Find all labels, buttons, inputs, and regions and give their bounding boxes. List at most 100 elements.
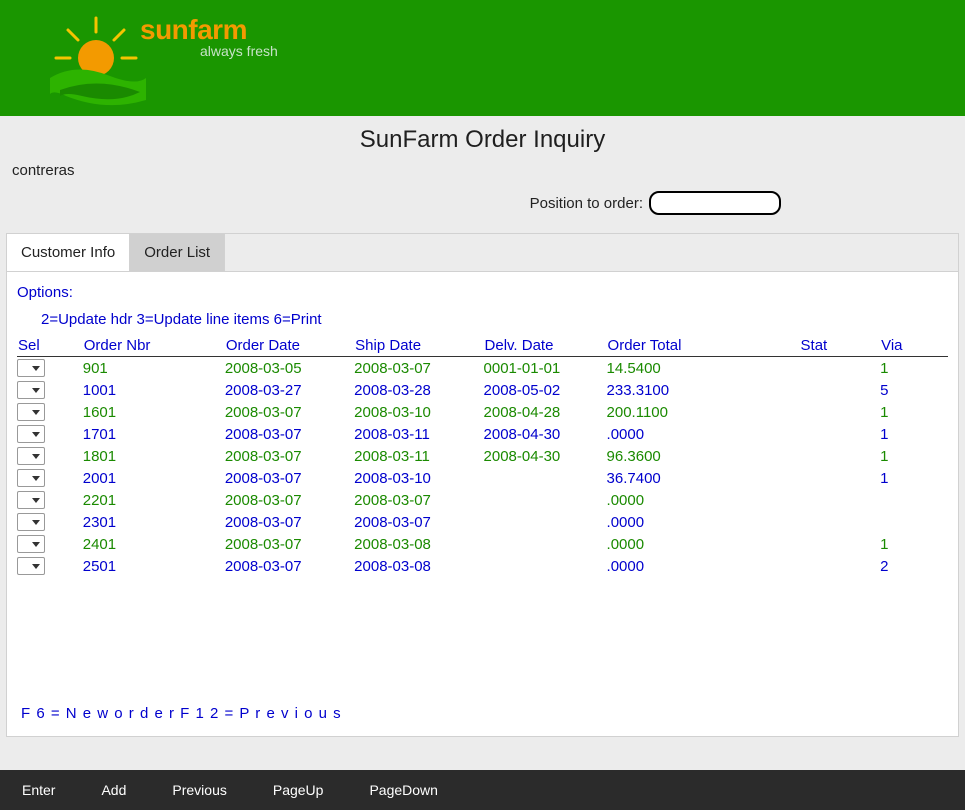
cell-ship-date: 2008-03-28	[354, 379, 483, 401]
cell-order-total: .0000	[607, 511, 800, 533]
sel-dropdown[interactable]	[17, 469, 45, 487]
table-row: 25012008-03-072008-03-08.00002	[17, 555, 948, 577]
table-row: 10012008-03-272008-03-282008-05-02233.31…	[17, 379, 948, 401]
cell-sel	[17, 467, 83, 489]
cell-ship-date: 2008-03-10	[354, 467, 483, 489]
add-button[interactable]: Add	[97, 776, 130, 804]
cell-ship-date: 2008-03-07	[354, 511, 483, 533]
sel-dropdown[interactable]	[17, 403, 45, 421]
cell-order-date: 2008-03-07	[225, 445, 354, 467]
cell-sel	[17, 489, 83, 511]
cell-stat	[800, 489, 881, 511]
cell-delv-date: 2008-04-30	[484, 423, 607, 445]
cell-delv-date	[484, 511, 607, 533]
cell-ship-date: 2008-03-11	[354, 423, 483, 445]
cell-order-nbr: 1801	[83, 445, 225, 467]
cell-order-nbr: 1601	[83, 401, 225, 423]
cell-order-date: 2008-03-07	[225, 555, 354, 577]
cell-order-date: 2008-03-07	[225, 489, 354, 511]
logo	[0, 0, 140, 116]
cell-order-total: 200.1100	[607, 401, 800, 423]
cell-stat	[800, 533, 881, 555]
col-order-date: Order Date	[225, 336, 354, 357]
cell-order-nbr: 901	[83, 357, 225, 380]
cell-order-nbr: 2301	[83, 511, 225, 533]
cell-order-date: 2008-03-27	[225, 379, 354, 401]
cell-order-total: 14.5400	[607, 357, 800, 380]
options-hint: 2=Update hdr 3=Update line items 6=Print	[17, 301, 948, 336]
cell-order-nbr: 1001	[83, 379, 225, 401]
pagedown-button[interactable]: PageDown	[365, 776, 442, 804]
cell-order-date: 2008-03-07	[225, 533, 354, 555]
cell-via	[880, 511, 948, 533]
cell-stat	[800, 445, 881, 467]
cell-order-nbr: 2401	[83, 533, 225, 555]
cell-delv-date	[484, 555, 607, 577]
cell-order-date: 2008-03-07	[225, 401, 354, 423]
table-row: 16012008-03-072008-03-102008-04-28200.11…	[17, 401, 948, 423]
cell-via: 1	[880, 445, 948, 467]
order-list-panel: Options: 2=Update hdr 3=Update line item…	[6, 271, 959, 737]
col-stat: Stat	[800, 336, 881, 357]
col-delv-date: Delv. Date	[484, 336, 607, 357]
cell-delv-date: 2008-04-30	[484, 445, 607, 467]
cell-sel	[17, 445, 83, 467]
cell-order-date: 2008-03-07	[225, 467, 354, 489]
cell-delv-date: 0001-01-01	[484, 357, 607, 380]
cell-delv-date: 2008-05-02	[484, 379, 607, 401]
cell-sel	[17, 511, 83, 533]
table-row: 18012008-03-072008-03-112008-04-3096.360…	[17, 445, 948, 467]
cell-order-date: 2008-03-07	[225, 511, 354, 533]
cell-stat	[800, 511, 881, 533]
brand-block: sunfarm always fresh	[140, 0, 278, 59]
sel-dropdown[interactable]	[17, 535, 45, 553]
tab-customer-info[interactable]: Customer Info	[7, 234, 130, 271]
cell-order-nbr: 2001	[83, 467, 225, 489]
tab-order-list[interactable]: Order List	[130, 234, 225, 271]
position-to-order-label: Position to order:	[530, 195, 643, 212]
cell-stat	[800, 357, 881, 380]
cell-order-date: 2008-03-07	[225, 423, 354, 445]
cell-stat	[800, 423, 881, 445]
cell-via: 1	[880, 467, 948, 489]
cell-order-total: .0000	[607, 533, 800, 555]
table-row: 20012008-03-072008-03-10 36.7400 1	[17, 467, 948, 489]
cell-order-nbr: 2501	[83, 555, 225, 577]
previous-button[interactable]: Previous	[168, 776, 230, 804]
brand-name: sunfarm	[140, 14, 278, 46]
sel-dropdown[interactable]	[17, 359, 45, 377]
cell-ship-date: 2008-03-07	[354, 489, 483, 511]
cell-order-total: 36.7400	[607, 467, 800, 489]
cell-delv-date	[484, 533, 607, 555]
col-ship-date: Ship Date	[354, 336, 483, 357]
cell-sel	[17, 401, 83, 423]
sel-dropdown[interactable]	[17, 491, 45, 509]
pageup-button[interactable]: PageUp	[269, 776, 328, 804]
cell-via: 1	[880, 533, 948, 555]
cell-ship-date: 2008-03-07	[354, 357, 483, 380]
function-key-hints: F 6 = N e w o r d e r F 1 2 = P r e v i …	[21, 705, 342, 722]
table-row: 24012008-03-072008-03-08 .0000 1	[17, 533, 948, 555]
table-row: 17012008-03-072008-03-112008-04-30.00001	[17, 423, 948, 445]
cell-via: 5	[880, 379, 948, 401]
cell-order-total: 96.3600	[607, 445, 800, 467]
cell-order-date: 2008-03-05	[225, 357, 354, 380]
enter-button[interactable]: Enter	[18, 776, 59, 804]
table-row: 22012008-03-072008-03-07.0000	[17, 489, 948, 511]
sel-dropdown[interactable]	[17, 381, 45, 399]
cell-order-nbr: 2201	[83, 489, 225, 511]
cell-via: 1	[880, 423, 948, 445]
cell-ship-date: 2008-03-10	[354, 401, 483, 423]
sel-dropdown[interactable]	[17, 513, 45, 531]
cell-delv-date	[484, 467, 607, 489]
position-to-order-row: Position to order:	[0, 191, 965, 233]
sel-dropdown[interactable]	[17, 425, 45, 443]
sel-dropdown[interactable]	[17, 557, 45, 575]
cell-stat	[800, 555, 881, 577]
cell-delv-date	[484, 489, 607, 511]
sel-dropdown[interactable]	[17, 447, 45, 465]
col-via: Via	[880, 336, 948, 357]
position-to-order-input[interactable]	[649, 191, 781, 215]
cell-ship-date: 2008-03-08	[354, 533, 483, 555]
cell-stat	[800, 401, 881, 423]
